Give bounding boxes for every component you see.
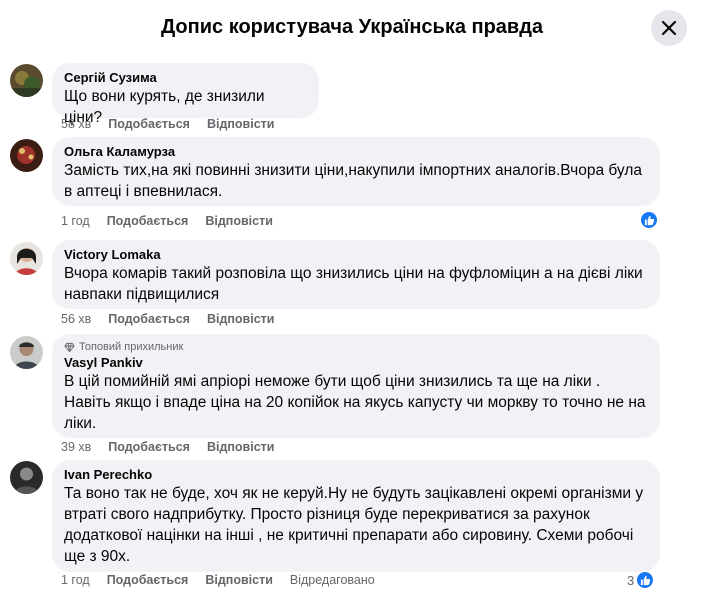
close-button[interactable] <box>651 10 687 46</box>
top-fan-badge: Топовий прихильник <box>64 340 648 354</box>
dialog-title: Допис користувача Українська правда <box>160 16 544 38</box>
comment-author[interactable]: Сергій Сузима <box>64 69 307 86</box>
comment-time[interactable]: 1 год <box>61 573 90 587</box>
comment-text: Та воно так не буде, хоч як не керуй.Ну … <box>64 485 644 565</box>
comment-author[interactable]: Vasyl Pankiv <box>64 354 648 371</box>
reply-button[interactable]: Відповісти <box>205 214 273 228</box>
comment-actions: 56 хв Подобається Відповісти <box>61 312 274 326</box>
comment-actions: 58 хв Подобається Відповісти <box>61 117 274 131</box>
close-icon <box>661 20 677 36</box>
diamond-icon <box>64 342 75 352</box>
comment-bubble: Victory Lomaka Вчора комарів такий розпо… <box>52 240 660 309</box>
thumbs-up-icon <box>636 571 655 589</box>
comment-bubble: Ivan Perechko Та воно так не буде, хоч я… <box>52 460 660 572</box>
edited-label[interactable]: Відредаговано <box>290 573 375 587</box>
like-button[interactable]: Подобається <box>107 214 189 228</box>
comment-actions: 1 год Подобається Відповісти <box>61 214 273 228</box>
reply-button[interactable]: Відповісти <box>207 440 275 454</box>
comment-actions: 1 год Подобається Відповісти Відредагова… <box>61 573 375 587</box>
like-button[interactable]: Подобається <box>108 117 190 131</box>
comment-bubble: Сергій Сузима Що вони курять, де знизили… <box>52 63 319 126</box>
reply-button[interactable]: Відповісти <box>207 117 275 131</box>
comment-author[interactable]: Victory Lomaka <box>64 246 648 263</box>
reaction-count: 3 <box>627 572 635 588</box>
reaction-summary[interactable]: 3 <box>627 571 655 589</box>
comment-text: Замість тих,на які повинні знизити ціни,… <box>64 162 642 200</box>
avatar[interactable] <box>10 242 43 275</box>
comment-bubble: Топовий прихильник Vasyl Pankiv В цій по… <box>52 334 660 438</box>
avatar[interactable] <box>10 336 43 369</box>
comment-author[interactable]: Ольга Каламурза <box>64 143 648 160</box>
like-button[interactable]: Подобається <box>108 312 190 326</box>
reaction-summary[interactable] <box>640 211 658 229</box>
dialog-header: Допис користувача Українська правда <box>0 0 704 56</box>
reply-button[interactable]: Відповісти <box>205 573 273 587</box>
like-button[interactable]: Подобається <box>108 440 190 454</box>
comment-text: Вчора комарів такий розповіла що знизили… <box>64 265 643 303</box>
thumbs-up-icon <box>640 211 658 229</box>
comment-author[interactable]: Ivan Perechko <box>64 466 648 483</box>
avatar[interactable] <box>10 139 43 172</box>
comment-actions: 39 хв Подобається Відповісти <box>61 440 274 454</box>
reply-button[interactable]: Відповісти <box>207 312 275 326</box>
avatar[interactable] <box>10 461 43 494</box>
avatar[interactable] <box>10 64 43 97</box>
comment-time[interactable]: 39 хв <box>61 440 91 454</box>
comment-time[interactable]: 58 хв <box>61 117 91 131</box>
comment-bubble: Ольга Каламурза Замість тих,на які повин… <box>52 137 660 206</box>
like-button[interactable]: Подобається <box>107 573 189 587</box>
comment-time[interactable]: 56 хв <box>61 312 91 326</box>
comment-time[interactable]: 1 год <box>61 214 90 228</box>
comment-text: В цій помийній ямі апріорі неможе бути щ… <box>64 373 646 432</box>
